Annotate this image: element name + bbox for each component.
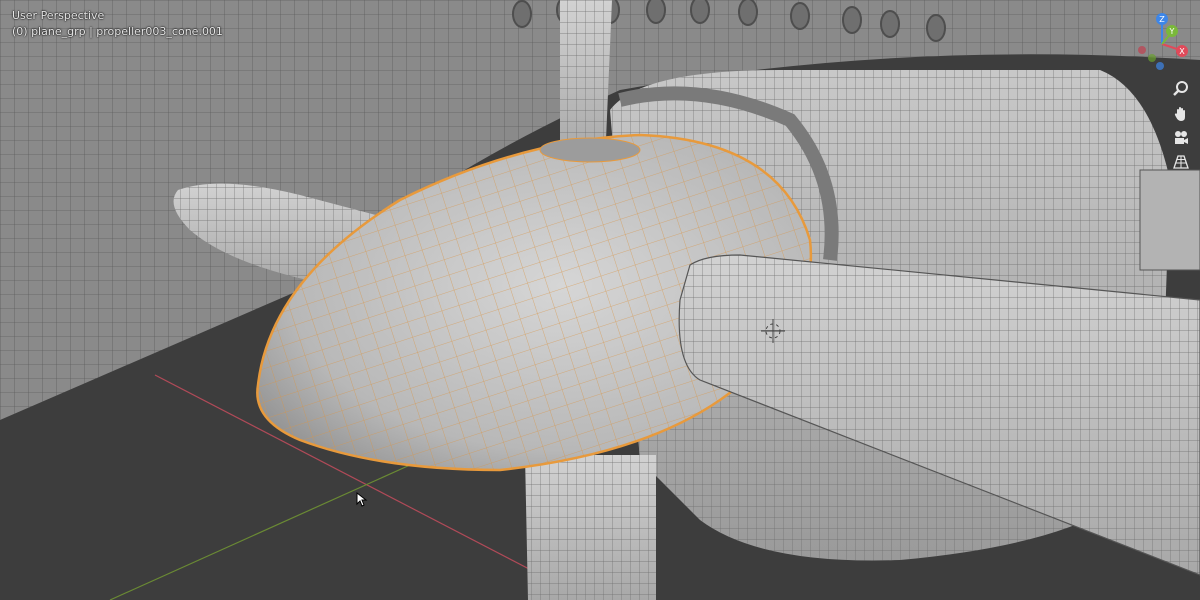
pan-hand-icon[interactable] [1169, 102, 1193, 126]
gizmo-x-label: X [1179, 47, 1185, 56]
orientation-gizmo[interactable]: Z Y X [1132, 10, 1194, 72]
zoom-icon[interactable] [1169, 76, 1193, 100]
mouse-pointer-icon [356, 492, 368, 507]
wing-root [1139, 169, 1200, 271]
view-name-label: User Perspective [12, 9, 105, 22]
scene-render[interactable] [0, 0, 1200, 600]
gizmo-y-label: Y [1169, 27, 1175, 36]
propeller-blade-bottom-wireframe [525, 455, 656, 600]
gizmo-neg-y-axis[interactable] [1148, 54, 1156, 62]
perspective-grid-icon[interactable] [1169, 150, 1193, 174]
3d-viewport[interactable]: User Perspective (0) plane_grp | propell… [0, 0, 1200, 600]
active-object-label: (0) plane_grp | propeller003_cone.001 [12, 25, 223, 38]
gizmo-neg-z-axis[interactable] [1156, 62, 1164, 70]
gizmo-z-label: Z [1159, 15, 1165, 24]
propeller-blade-top-wireframe [560, 0, 612, 160]
gizmo-neg-x-axis[interactable] [1138, 46, 1146, 54]
spinner-blade-hole [539, 137, 641, 163]
camera-view-icon[interactable] [1169, 126, 1193, 150]
